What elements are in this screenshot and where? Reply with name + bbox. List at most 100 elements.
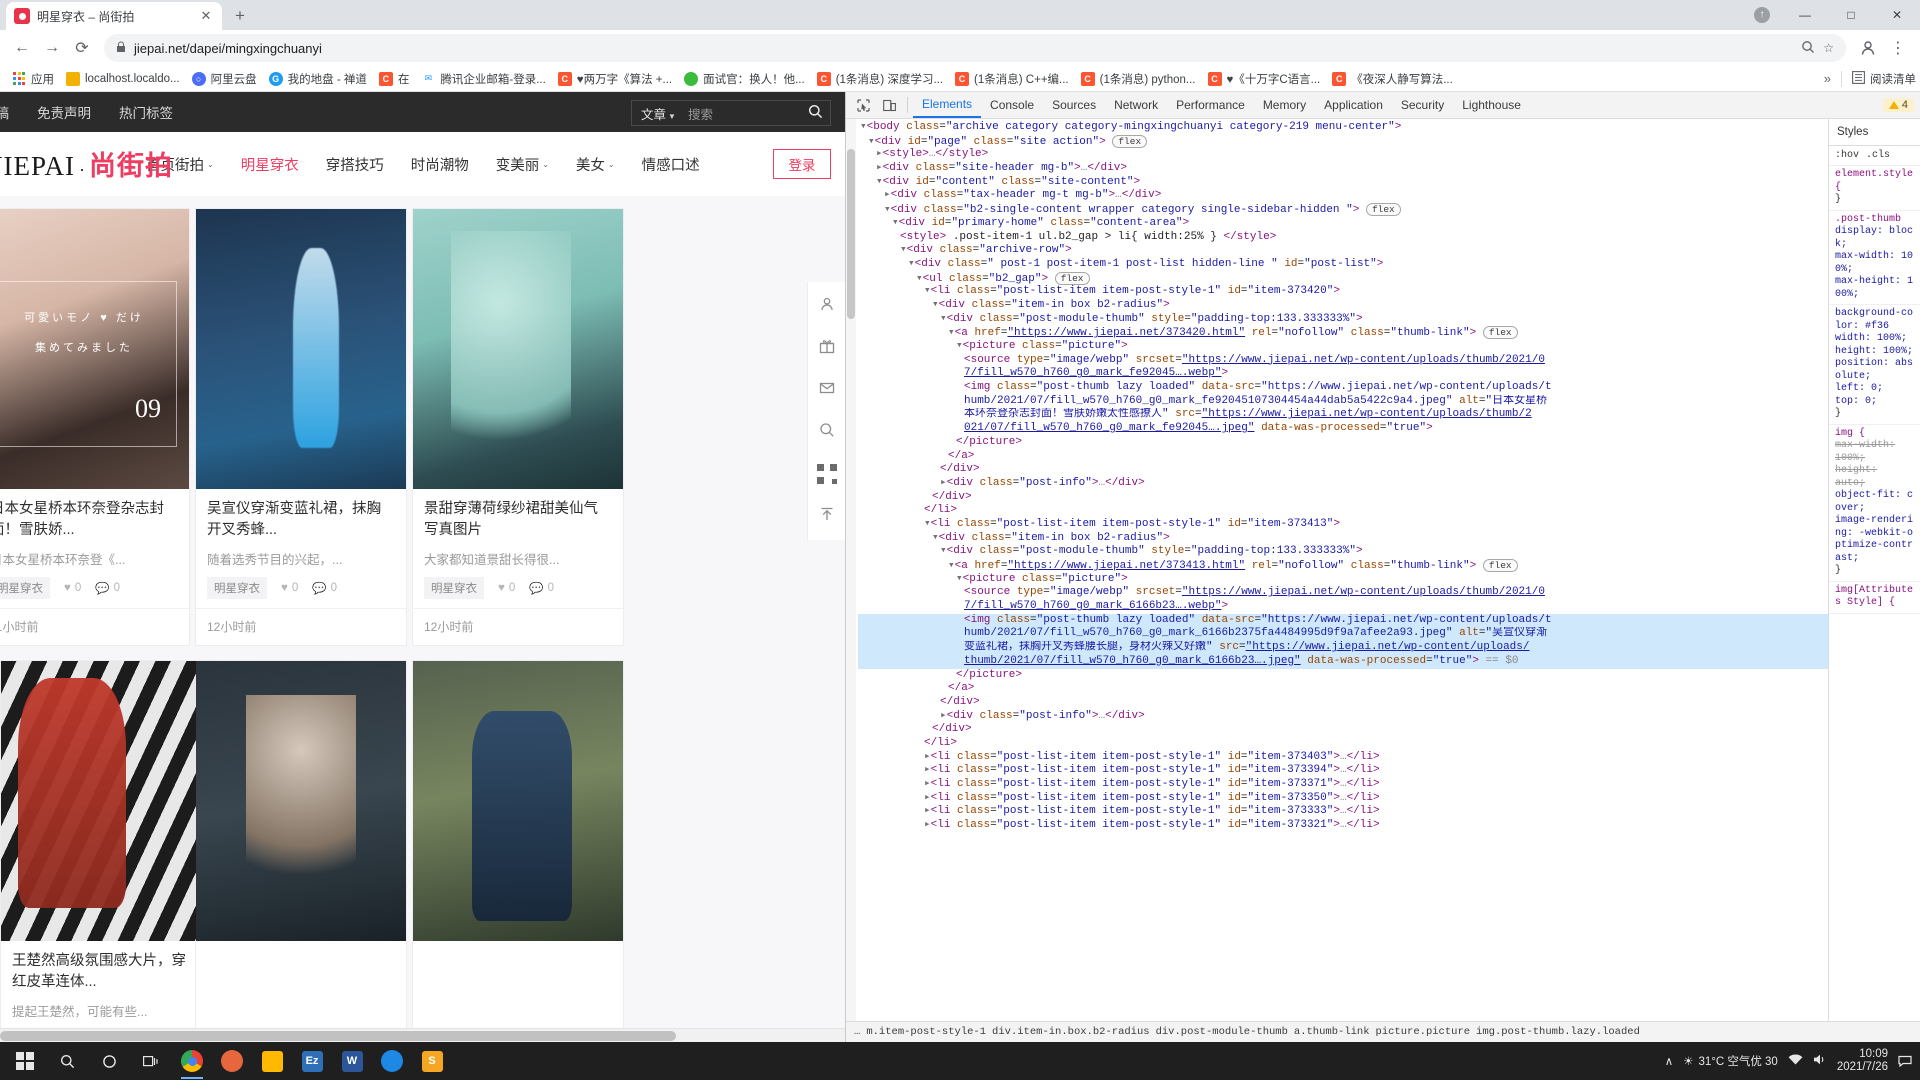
like-stat[interactable]: ♥0 [64,582,81,594]
bookmark-item[interactable]: C ♥《十万字C语言... [1202,69,1327,89]
search-input[interactable]: 搜索 [682,104,800,123]
maximize-button[interactable]: □ [1828,0,1874,30]
user-icon[interactable] [819,296,835,316]
notification-icon[interactable] [1898,1053,1912,1070]
post-card[interactable]: 王楚然高级氛围感大片，穿红皮革连体... 提起王楚然，可能有些... 明星穿衣 … [0,660,212,1042]
like-stat[interactable]: ♥0 [281,582,298,594]
post-thumbnail[interactable] [1,661,211,941]
taskbar-app-explorer[interactable] [252,1042,292,1080]
dom-line[interactable]: 本环奈登杂志封面！雪肤娇嫩太性感撩人" src="https://www.jie… [858,408,1828,422]
style-block[interactable]: .post-thumb display: block; max-width: 1… [1829,211,1920,305]
post-tag[interactable]: 明星穿衣 [424,577,484,599]
nav-item-trend[interactable]: 时尚潮物 [411,154,469,175]
post-tag[interactable]: 明星穿衣 [207,577,267,599]
cortana-icon[interactable] [88,1042,130,1080]
bookmark-item[interactable]: G 我的地盘 - 禅道 [263,69,373,89]
post-card[interactable]: 可愛いモノ ♥ だけ 集めてみました 09 日本女星桥本环奈登杂志封面！雪肤娇.… [0,208,190,646]
dom-line[interactable]: 变蓝礼裙，抹胸开叉秀蜂腰长腿，身材火辣又好嫩" src="https://www… [858,641,1828,655]
dom-line[interactable]: </li> [858,737,1828,751]
post-card[interactable]: 吴宣仪穿渐变蓝礼裙，抹胸开叉秀蜂... 随着选秀节目的兴起，... 明星穿衣 ♥… [195,208,407,646]
dom-line[interactable]: ▾<div class="post-module-thumb" style="p… [858,313,1828,327]
dom-line[interactable]: ▸<div class="tax-header mg-t mg-b">…</di… [858,189,1828,203]
tab-network[interactable]: Network [1105,92,1167,118]
taskbar-app-editplus[interactable]: Ez [292,1042,332,1080]
zoom-icon[interactable] [1801,40,1815,57]
bookmark-item[interactable]: 面试官：换人！他... [678,69,811,89]
cls-toggle[interactable]: .cls [1866,150,1890,161]
post-thumbnail[interactable]: 可愛いモノ ♥ だけ 集めてみました 09 [0,209,189,489]
topbar-link-submit[interactable]: 投稿 [0,102,9,122]
address-bar[interactable]: jiepai.net/dapei/mingxingchuanyi ☆ [104,34,1846,62]
search-icon[interactable] [819,422,835,442]
breadcrumb-item[interactable]: … [854,1026,860,1038]
device-toolbar-icon[interactable] [876,93,902,117]
post-card[interactable] [412,660,624,1042]
taskbar-app-browser2[interactable] [372,1042,412,1080]
post-card[interactable] [195,660,407,1042]
style-block[interactable]: background-color: #f36 width: 100%; heig… [1829,305,1920,425]
bookmark-item[interactable]: localhost.localdo... [60,70,186,88]
dom-line[interactable]: humb/2021/07/fill_w570_h760_g0_mark_6166… [858,627,1828,642]
dom-line[interactable]: ▸<li class="post-list-item item-post-sty… [858,805,1828,819]
bookmark-item[interactable]: C 《夜深人静写算法... [1326,69,1459,89]
window-close-button[interactable]: ✕ [1874,0,1920,30]
dom-line[interactable]: </li> [858,504,1828,518]
comment-stat[interactable]: 💬 0 [529,581,554,595]
post-tag[interactable]: 明星穿衣 [0,577,50,599]
dom-line[interactable]: 7/fill_w570_h760_g0_mark_6166b23….webp"> [858,600,1828,614]
bookmark-item[interactable]: ✉ 腾讯企业邮箱-登录... [415,69,551,89]
dom-line[interactable]: </picture> [858,436,1828,450]
dom-line[interactable]: </a> [858,450,1828,464]
taskbar-app-word[interactable]: W [332,1042,372,1080]
tab-sources[interactable]: Sources [1043,92,1105,118]
search-icon[interactable] [800,104,830,122]
breadcrumb-item[interactable]: a.thumb-link [1294,1026,1370,1038]
nav-item-girls[interactable]: 美女 ⌄ [576,154,615,175]
dom-line[interactable]: ▾<a href="https://www.jiepai.net/373420.… [858,326,1828,340]
breadcrumb-item[interactable]: div.post-module-thumb [1156,1026,1288,1038]
dom-line[interactable]: ▾<ul class="b2_gap"> flex [858,271,1828,286]
nav-item-celebrity[interactable]: 明星穿衣 [241,154,299,175]
dom-line[interactable]: ▾<a href="https://www.jiepai.net/373413.… [858,559,1828,573]
dom-line[interactable]: ▾<div class=" post-1 post-item-1 post-li… [858,258,1828,272]
back-to-top-icon[interactable] [819,506,835,526]
taskbar-app-chrome[interactable] [172,1042,212,1080]
dom-line[interactable]: ▸<div class="site-header mg-b">…</div> [858,162,1828,176]
post-title[interactable]: 王楚然高级氛围感大片，穿红皮革连体... [12,951,200,993]
reading-list-button[interactable]: 阅读清单 [1852,70,1916,87]
dom-line[interactable]: thumb/2021/07/fill_w570_h760_g0_mark_616… [858,654,1828,669]
dom-line[interactable]: <style> .post-item-1 ul.b2_gap > li{ wid… [858,231,1828,245]
windows-start-button[interactable] [4,1042,46,1080]
update-icon[interactable] [1754,7,1770,23]
dom-line[interactable]: ▾<div id="page" class="site action"> fle… [858,134,1828,149]
nav-item-beauty[interactable]: 变美丽 ⌄ [496,154,549,175]
bookmark-item[interactable]: C (1条消息) python... [1075,69,1202,89]
post-title[interactable]: 日本女星桥本环奈登杂志封面！雪肤娇... [0,499,178,541]
comment-stat[interactable]: 💬 0 [95,581,120,595]
warning-badge[interactable]: 4 [1882,98,1914,112]
dom-line[interactable]: <source type="image/webp" srcset="https:… [858,354,1828,368]
menu-icon[interactable]: ⋮ [1884,34,1912,62]
nav-item-tips[interactable]: 穿搭技巧 [326,154,384,175]
taskbar-search-icon[interactable] [46,1042,88,1080]
breadcrumb-item[interactable]: m.item-post-style-1 [866,1026,986,1038]
page-horizontal-scrollbar[interactable] [0,1028,845,1042]
post-thumbnail[interactable] [413,661,623,941]
dom-line[interactable]: </div> [858,463,1828,477]
dom-line[interactable]: </a> [858,682,1828,696]
dom-line[interactable]: </div> [858,491,1828,505]
dom-line[interactable]: <source type="image/webp" srcset="https:… [858,586,1828,600]
tab-application[interactable]: Application [1315,92,1392,118]
network-icon[interactable] [1788,1053,1803,1069]
post-title[interactable]: 吴宣仪穿渐变蓝礼裙，抹胸开叉秀蜂... [207,499,395,541]
scrollbar-thumb[interactable] [0,1031,676,1041]
topbar-link-disclaimer[interactable]: 免责声明 [37,102,91,122]
dom-line[interactable]: ▾<div id="content" class="site-content"> [858,176,1828,190]
clock[interactable]: 10:09 2021/7/26 [1837,1048,1888,1074]
star-icon[interactable]: ☆ [1823,41,1834,55]
dom-line[interactable]: ▸<style>…</style> [858,148,1828,162]
weather-widget[interactable]: ☀ 31°C 空气优 30 [1683,1053,1778,1069]
breadcrumb-item[interactable]: img.post-thumb.lazy.loaded [1476,1026,1640,1038]
dom-line[interactable]: ▸<li class="post-list-item item-post-sty… [858,819,1828,833]
gift-icon[interactable] [819,338,835,358]
